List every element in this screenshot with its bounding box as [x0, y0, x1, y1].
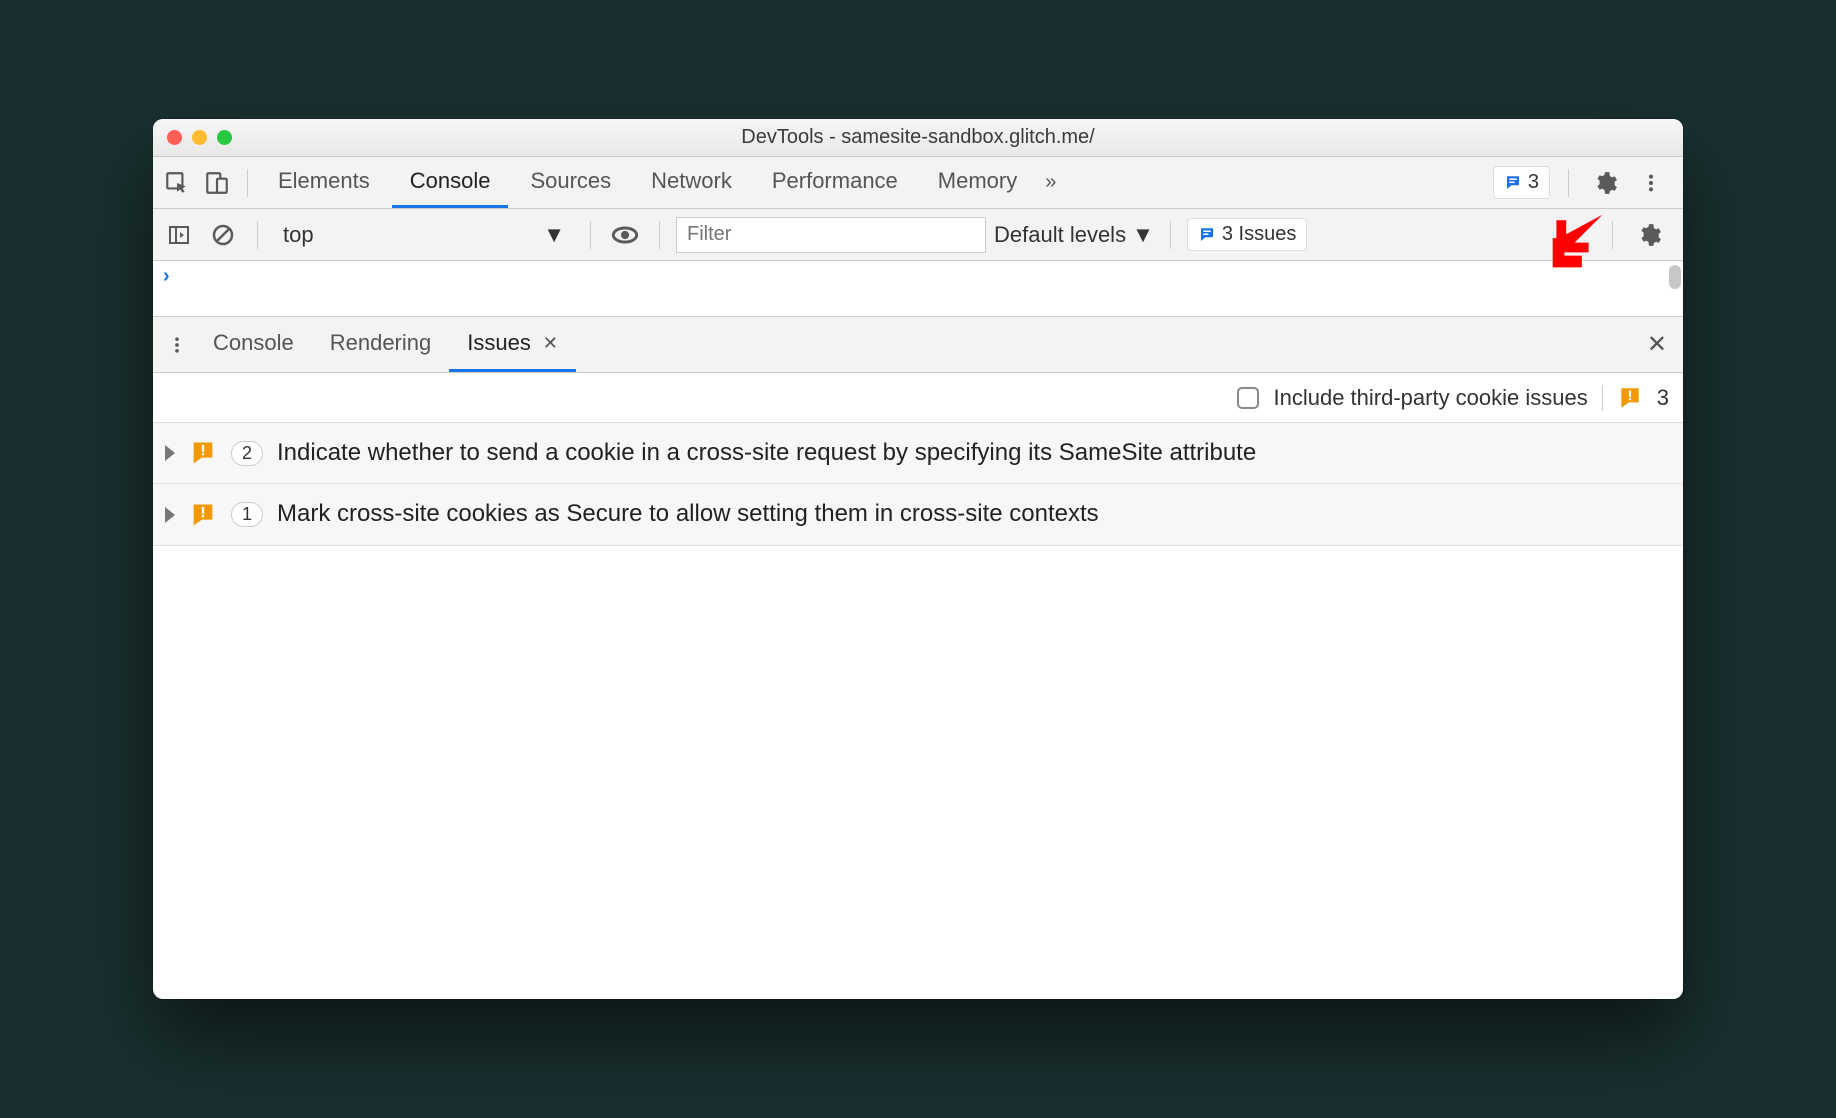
- dropdown-icon: ▼: [1132, 222, 1154, 248]
- separator: [659, 221, 660, 249]
- issue-title: Indicate whether to send a cookie in a c…: [277, 437, 1256, 469]
- tab-sources[interactable]: Sources: [512, 157, 629, 208]
- expand-icon[interactable]: [165, 445, 175, 461]
- issue-row[interactable]: 2 Indicate whether to send a cookie in a…: [153, 423, 1683, 484]
- drawer-tab-console[interactable]: Console: [195, 317, 312, 372]
- issues-counter-chip[interactable]: 3: [1493, 166, 1550, 199]
- tab-label: Performance: [772, 168, 898, 194]
- tab-label: Rendering: [330, 330, 432, 356]
- warning-icon: [189, 439, 217, 467]
- tab-label: Network: [651, 168, 732, 194]
- devtools-window: DevTools - samesite-sandbox.glitch.me/ E…: [153, 119, 1683, 999]
- close-tab-icon[interactable]: ✕: [543, 333, 558, 354]
- context-value: top: [283, 222, 314, 248]
- console-toolbar: top ▼ Default levels ▼ 3 Issues: [153, 209, 1683, 261]
- tab-label: Elements: [278, 168, 370, 194]
- issues-button-label: 3 Issues: [1222, 223, 1296, 246]
- inspect-element-icon[interactable]: [159, 165, 195, 201]
- separator: [590, 221, 591, 249]
- issue-title: Mark cross-site cookies as Secure to all…: [277, 498, 1099, 530]
- close-drawer-icon[interactable]: ✕: [1647, 330, 1677, 359]
- console-prompt-icon: ›: [163, 265, 170, 287]
- minimize-window-button[interactable]: [192, 130, 207, 145]
- tab-performance[interactable]: Performance: [754, 157, 916, 208]
- close-window-button[interactable]: [167, 130, 182, 145]
- issue-count-badge: 1: [231, 502, 263, 527]
- titlebar: DevTools - samesite-sandbox.glitch.me/: [153, 119, 1683, 157]
- levels-label: Default levels: [994, 222, 1126, 248]
- warning-icon: [1617, 385, 1643, 411]
- expand-icon[interactable]: [165, 507, 175, 523]
- tab-memory[interactable]: Memory: [920, 157, 1035, 208]
- separator: [247, 169, 248, 197]
- kebab-menu-icon[interactable]: [1633, 165, 1669, 201]
- separator: [1612, 221, 1613, 249]
- tab-label: Console: [213, 330, 294, 356]
- tab-console[interactable]: Console: [392, 157, 509, 208]
- clear-console-icon[interactable]: [205, 217, 241, 253]
- console-toolbar-right: [1604, 217, 1675, 253]
- console-body[interactable]: ›: [153, 261, 1683, 317]
- separator: [1602, 385, 1603, 411]
- toggle-sidebar-icon[interactable]: [161, 217, 197, 253]
- main-tabstrip: Elements Console Sources Network Perform…: [153, 157, 1683, 209]
- issues-chip-count: 3: [1528, 171, 1539, 194]
- live-expression-icon[interactable]: [607, 217, 643, 253]
- dropdown-icon: ▼: [543, 222, 565, 248]
- zoom-window-button[interactable]: [217, 130, 232, 145]
- tab-label: Console: [410, 168, 491, 194]
- third-party-checkbox[interactable]: [1237, 387, 1259, 409]
- scrollbar-thumb[interactable]: [1669, 265, 1681, 289]
- tab-label: Issues: [467, 330, 531, 356]
- tabstrip-right: 3: [1493, 165, 1677, 201]
- issue-count-badge: 2: [231, 441, 263, 466]
- tab-network[interactable]: Network: [633, 157, 750, 208]
- third-party-label: Include third-party cookie issues: [1273, 385, 1587, 411]
- issues-toolbar: Include third-party cookie issues 3: [153, 373, 1683, 423]
- filter-input[interactable]: [676, 217, 986, 253]
- log-levels-selector[interactable]: Default levels ▼: [994, 222, 1154, 248]
- console-settings-icon[interactable]: [1631, 217, 1667, 253]
- separator: [257, 221, 258, 249]
- context-selector[interactable]: top ▼: [274, 217, 574, 253]
- issues-total-count: 3: [1657, 385, 1669, 411]
- drawer-tabstrip: Console Rendering Issues ✕ ✕: [153, 317, 1683, 373]
- more-tabs-icon[interactable]: »: [1039, 171, 1062, 194]
- device-toolbar-icon[interactable]: [199, 165, 235, 201]
- drawer-tab-rendering[interactable]: Rendering: [312, 317, 450, 372]
- issues-button[interactable]: 3 Issues: [1187, 218, 1307, 251]
- window-title: DevTools - samesite-sandbox.glitch.me/: [153, 126, 1683, 149]
- message-icon: [1504, 174, 1522, 192]
- issue-row[interactable]: 1 Mark cross-site cookies as Secure to a…: [153, 484, 1683, 545]
- warning-icon: [189, 501, 217, 529]
- drawer-tab-issues[interactable]: Issues ✕: [449, 317, 576, 372]
- tab-label: Sources: [530, 168, 611, 194]
- traffic-lights: [167, 130, 232, 145]
- settings-icon[interactable]: [1587, 165, 1623, 201]
- tab-elements[interactable]: Elements: [260, 157, 388, 208]
- separator: [1170, 221, 1171, 249]
- message-icon: [1198, 226, 1216, 244]
- drawer-menu-icon[interactable]: [159, 327, 195, 363]
- separator: [1568, 169, 1569, 197]
- tab-label: Memory: [938, 168, 1017, 194]
